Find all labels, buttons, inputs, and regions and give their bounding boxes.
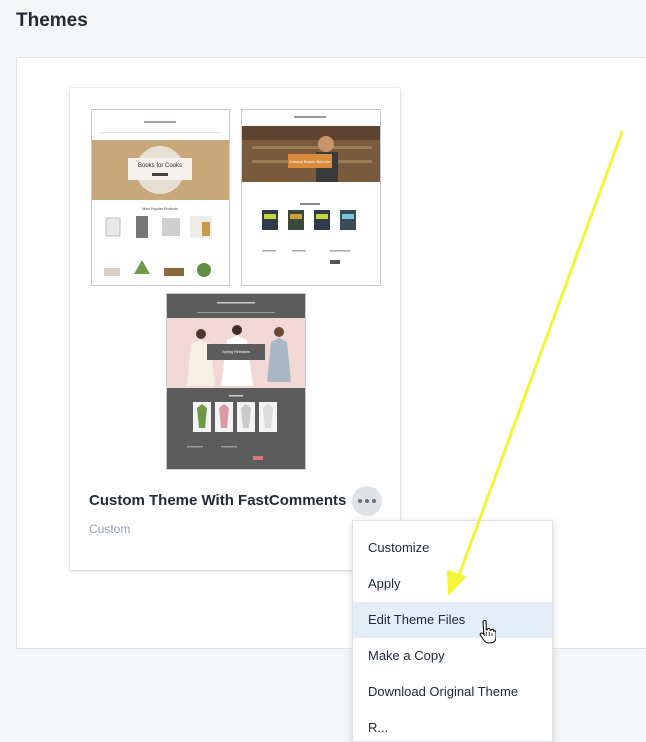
theme-role-label: Custom <box>89 522 131 536</box>
preview-2-heading: Artisanal Brands Welcome <box>289 160 330 164</box>
theme-preview-3[interactable]: Spring Releases <box>166 293 306 470</box>
menu-item-truncated[interactable]: R... <box>353 710 552 741</box>
preview-1-image: Books for Cooks Most Popular Products <box>92 110 229 285</box>
page-title: Themes <box>16 10 88 31</box>
preview-3-image: Spring Releases <box>167 294 305 469</box>
preview-1-section: Most Popular Products <box>142 207 178 211</box>
menu-item-make-a-copy[interactable]: Make a Copy <box>353 638 552 674</box>
theme-preview-1[interactable]: Books for Cooks Most Popular Products <box>91 109 230 286</box>
menu-item-edit-theme-files-label: Edit Theme Files <box>368 612 466 627</box>
preview-3-heading: Spring Releases <box>222 350 250 354</box>
menu-item-edit-theme-files[interactable]: Edit Theme Files <box>353 602 552 644</box>
preview-2-image: Artisanal Brands Welcome <box>242 110 380 285</box>
ellipsis-icon-dot <box>365 499 369 503</box>
menu-item-customize[interactable]: Customize <box>353 530 552 566</box>
more-actions-button[interactable] <box>352 486 382 516</box>
theme-actions-menu: Customize Apply Edit Theme Files Make a … <box>352 520 553 742</box>
menu-item-download-original-theme[interactable]: Download Original Theme <box>353 674 552 710</box>
theme-name: Custom Theme With FastComments <box>89 492 347 509</box>
ellipsis-icon <box>358 499 362 503</box>
ellipsis-icon-dot <box>372 499 376 503</box>
preview-1-heading: Books for Cooks <box>138 163 182 169</box>
menu-item-apply[interactable]: Apply <box>353 566 552 602</box>
theme-preview-2[interactable]: Artisanal Brands Welcome <box>241 109 381 286</box>
